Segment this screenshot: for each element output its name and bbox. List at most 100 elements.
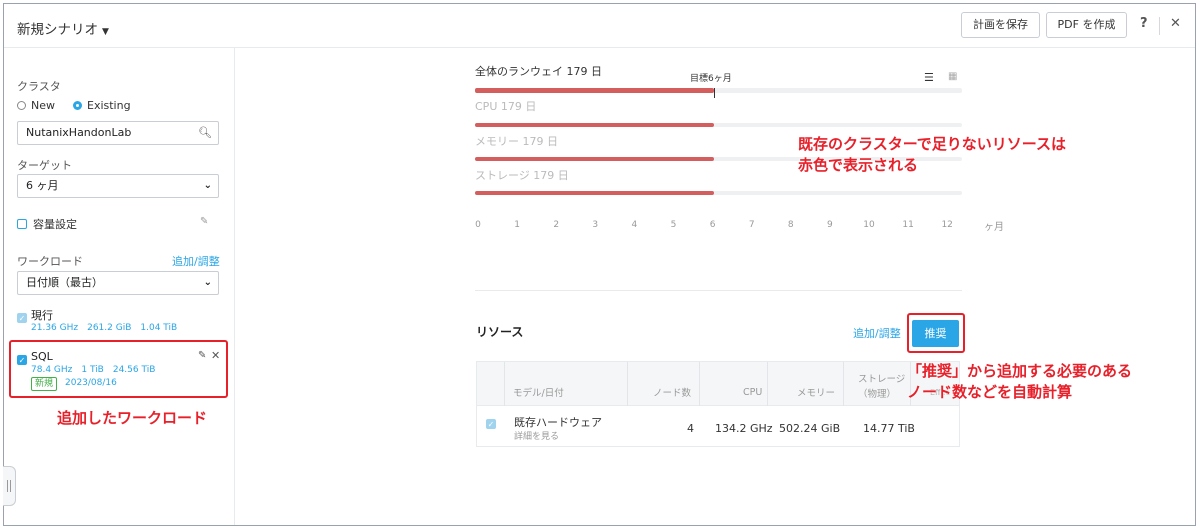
scenario-window: 新規シナリオ ▼ 計画を保存 PDF を作成 ? ✕ クラスタ New Exist… bbox=[3, 3, 1196, 526]
overall-runway-bar bbox=[475, 88, 962, 93]
cluster-label: クラスタ bbox=[17, 80, 61, 93]
panel-resize-handle[interactable] bbox=[3, 466, 16, 506]
month-tick: 7 bbox=[748, 220, 755, 230]
month-tick: 1 bbox=[514, 220, 520, 230]
annotation-recommend: 「推奨」から追加する必要のある ノード数などを自動計算 bbox=[907, 361, 1132, 403]
row-storage: 14.77 TiB bbox=[863, 422, 915, 435]
storage-runway-label: ストレージ 179 日 bbox=[475, 169, 569, 182]
top-bar: 新規シナリオ ▼ 計画を保存 PDF を作成 ? ✕ bbox=[4, 4, 1195, 48]
table-header: モデル/日付 ノード数 CPU メモリー ストレージ （物理） Effec bbox=[477, 362, 959, 406]
overall-runway-label: 全体のランウェイ 179 日 bbox=[475, 65, 602, 78]
target-marker-label: 目標6ヶ月 bbox=[690, 74, 732, 84]
workload-storage: 1.04 TiB bbox=[140, 323, 178, 333]
radio-new-label: New bbox=[31, 99, 55, 112]
cpu-runway-bar bbox=[475, 123, 962, 127]
month-tick: 0 bbox=[475, 220, 481, 230]
radio-selected-icon bbox=[73, 101, 82, 110]
column-divider bbox=[699, 362, 700, 406]
chevron-down-icon: ⌄ bbox=[203, 180, 212, 191]
scenario-title: 新規シナリオ bbox=[17, 22, 98, 38]
column-divider bbox=[843, 362, 844, 406]
workload-sort-select[interactable]: 日付順（最古） ⌄ bbox=[17, 271, 219, 295]
col-storage-physical: （物理） bbox=[858, 389, 897, 400]
cpu-runway-fill bbox=[475, 123, 714, 127]
list-view-icon[interactable]: ☰ bbox=[924, 71, 934, 84]
create-pdf-button[interactable]: PDF を作成 bbox=[1046, 12, 1127, 38]
workload-cpu: 21.36 GHz bbox=[31, 323, 79, 333]
annotation-red-resources: 既存のクラスターで足りないリソースは 赤色で表示される bbox=[798, 134, 1066, 176]
month-tick: 3 bbox=[592, 220, 599, 230]
sort-value: 日付順（最古） bbox=[26, 276, 103, 289]
annotation-line: 既存のクラスターで足りないリソースは bbox=[798, 135, 1067, 153]
workload-name: 現行 bbox=[31, 309, 53, 322]
month-tick: 11 bbox=[902, 220, 914, 230]
capacity-label: 容量設定 bbox=[33, 218, 77, 231]
workload-stats: 21.36 GHz 261.2 GiB 1.04 TiB bbox=[31, 323, 186, 333]
checkbox-icon bbox=[17, 313, 27, 323]
annotation-line: ノード数などを自動計算 bbox=[907, 383, 1073, 401]
radio-existing-label: Existing bbox=[87, 99, 131, 112]
target-select[interactable]: 6 ヶ月 ⌄ bbox=[17, 174, 219, 198]
grip-icon bbox=[7, 480, 11, 492]
row-details-link[interactable]: 詳細を見る bbox=[514, 429, 559, 442]
column-divider bbox=[767, 362, 768, 406]
month-tick: 8 bbox=[787, 220, 794, 230]
cluster-value: NutanixHandonLab bbox=[26, 126, 132, 139]
month-tick: 2 bbox=[553, 220, 560, 230]
divider bbox=[1159, 17, 1160, 35]
section-divider bbox=[475, 290, 962, 291]
row-nodes: 4 bbox=[687, 422, 694, 435]
storage-runway-bar bbox=[475, 191, 962, 195]
cpu-runway-label: CPU 179 日 bbox=[475, 100, 537, 113]
close-icon[interactable]: ✕ bbox=[1170, 16, 1181, 31]
annotation-box-recommend bbox=[907, 313, 965, 353]
radio-circle-icon bbox=[17, 101, 26, 110]
cluster-search-input[interactable]: NutanixHandonLab 🔍︎ bbox=[17, 121, 219, 145]
capacity-setting-checkbox[interactable]: 容量設定 bbox=[17, 216, 77, 232]
edit-pencil-icon[interactable]: ✎ bbox=[200, 216, 208, 227]
month-tick: 4 bbox=[631, 220, 638, 230]
workload-label: ワークロード bbox=[17, 255, 83, 268]
checkbox-icon[interactable] bbox=[486, 419, 496, 429]
checkbox-icon bbox=[17, 219, 27, 229]
column-divider bbox=[627, 362, 628, 406]
target-value: 6 ヶ月 bbox=[26, 179, 59, 192]
help-icon[interactable]: ? bbox=[1140, 16, 1148, 31]
month-tick: 5 bbox=[670, 220, 677, 230]
month-tick: 10 bbox=[863, 220, 875, 230]
workload-add-link[interactable]: 追加/調整 bbox=[172, 253, 220, 269]
resources-add-link[interactable]: 追加/調整 bbox=[853, 325, 901, 341]
month-tick: 12 bbox=[941, 220, 953, 230]
target-marker-line bbox=[714, 88, 715, 98]
month-unit-label: ヶ月 bbox=[984, 222, 1004, 233]
radio-existing[interactable]: Existing bbox=[73, 99, 131, 112]
radio-new[interactable]: New bbox=[17, 99, 55, 112]
grid-view-icon[interactable]: ▦ bbox=[948, 71, 957, 82]
row-memory: 502.24 GiB bbox=[779, 422, 841, 435]
save-plan-button[interactable]: 計画を保存 bbox=[961, 12, 1040, 38]
row-cpu: 134.2 GHz bbox=[715, 422, 773, 435]
annotation-added-workload: 追加したワークロード bbox=[57, 409, 208, 427]
chevron-down-icon: ⌄ bbox=[203, 277, 212, 288]
col-cpu: CPU bbox=[743, 387, 763, 398]
col-model-date: モデル/日付 bbox=[513, 388, 564, 399]
scenario-title-dropdown[interactable]: 新規シナリオ ▼ bbox=[17, 18, 109, 38]
row-model: 既存ハードウェア bbox=[514, 416, 602, 429]
col-nodes: ノード数 bbox=[653, 388, 692, 399]
workload-memory: 261.2 GiB bbox=[87, 323, 132, 333]
resources-title: リソース bbox=[476, 325, 524, 339]
storage-runway-fill bbox=[475, 191, 714, 195]
overall-runway-fill bbox=[475, 88, 714, 93]
search-icon: 🔍︎ bbox=[198, 126, 212, 139]
annotation-line: 「推奨」から追加する必要のある bbox=[907, 362, 1133, 380]
column-divider bbox=[504, 362, 505, 406]
chevron-down-icon: ▼ bbox=[102, 27, 109, 37]
memory-runway-label: メモリー 179 日 bbox=[475, 135, 558, 148]
left-panel: クラスタ New Existing NutanixHandonLab 🔍︎ ター… bbox=[3, 48, 235, 525]
annotation-line: 赤色で表示される bbox=[798, 156, 919, 174]
month-tick: 6 bbox=[709, 220, 716, 230]
col-storage: ストレージ bbox=[858, 374, 906, 385]
col-memory: メモリー bbox=[797, 388, 836, 399]
memory-runway-fill bbox=[475, 157, 714, 161]
target-label: ターゲット bbox=[17, 159, 72, 172]
